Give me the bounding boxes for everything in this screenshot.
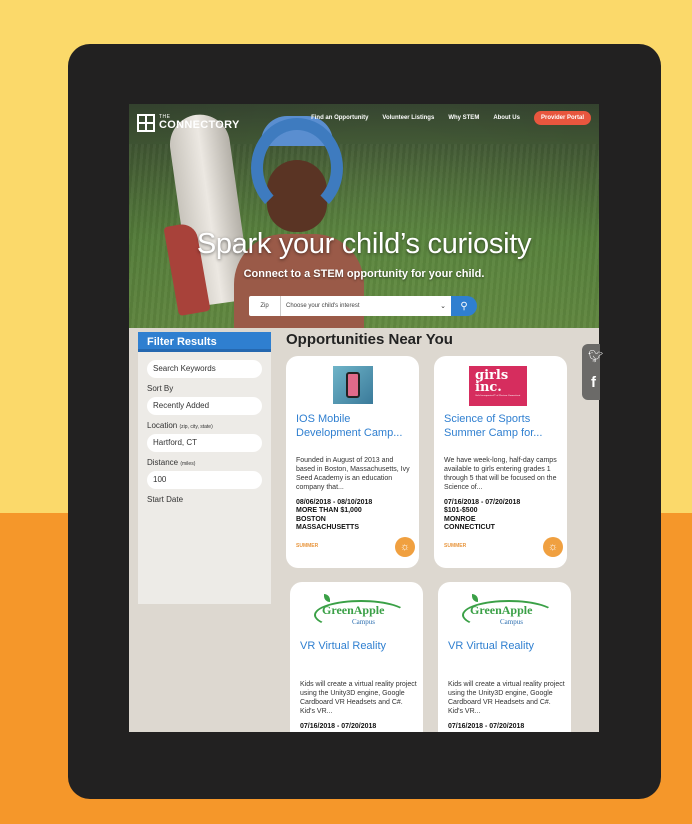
interest-placeholder: Choose your child's interest <box>286 303 360 309</box>
start-date-label: Start Date <box>147 495 184 504</box>
logo-connectory: CONNECTORY <box>159 119 240 131</box>
card-dates: 07/16/2018 - 07/20/2018 <box>448 723 525 730</box>
nav-why-stem[interactable]: Why STEM <box>448 115 479 121</box>
nav-find-opportunity[interactable]: Find an Opportunity <box>311 115 368 121</box>
card-title[interactable]: VR Virtual Reality <box>300 640 386 654</box>
filter-heading: Filter Results <box>138 332 271 352</box>
card-meta: 07/16/2018 - 07/20/2018 $101-$500 MONROE… <box>444 499 564 533</box>
card-title[interactable]: VR Virtual Reality <box>448 640 534 654</box>
hero-title: Spark your child’s curiosity <box>196 228 532 260</box>
card-state: MASSACHUSETTS <box>296 524 360 532</box>
phone-app-image <box>333 366 373 404</box>
nav-about-us[interactable]: About Us <box>493 115 520 121</box>
card-season: SUMMER <box>296 543 319 549</box>
interest-select[interactable]: Choose your child's interest ⌄ <box>281 296 451 316</box>
hero-search-bar: Zip Choose your child's interest ⌄ ⚲ <box>249 296 477 316</box>
card-description: Kids will create a virtual reality proje… <box>300 681 417 716</box>
sort-label: Sort By <box>147 384 174 393</box>
greenapple-logo: GreenApple Campus <box>314 594 412 630</box>
social-share-tab: 🐦︎ f <box>582 344 603 400</box>
card-city: BOSTON <box>296 515 326 523</box>
card-city: MONROE <box>444 515 476 523</box>
main-nav: Find an Opportunity Volunteer Listings W… <box>311 111 591 125</box>
opportunities-heading: Opportunities Near You <box>286 331 453 348</box>
connectory-logo[interactable]: THE CONNECTORY <box>137 114 240 132</box>
location-input[interactable]: Hartford, CT <box>147 434 262 452</box>
helmet <box>251 118 343 218</box>
card-state: CONNECTICUT <box>444 524 495 532</box>
logo-grid-icon <box>137 114 155 132</box>
opportunity-card[interactable]: GreenApple Campus VR Virtual Reality Kid… <box>290 582 423 732</box>
distance-input[interactable]: 100 <box>147 471 262 489</box>
twitter-icon[interactable]: 🐦︎ <box>588 349 603 363</box>
keywords-input[interactable]: Search Keywords <box>147 360 262 378</box>
card-title[interactable]: IOS Mobile Development Camp... <box>296 413 402 441</box>
distance-hint: (miles) <box>180 461 196 467</box>
card-dates: 07/16/2018 - 07/20/2018 <box>444 499 521 506</box>
distance-label: Distance (miles) <box>147 458 196 467</box>
card-season: SUMMER <box>444 543 467 549</box>
card-dates: 07/16/2018 - 07/20/2018 <box>300 723 377 730</box>
card-dates: 08/06/2018 - 08/10/2018 <box>296 499 373 506</box>
card-description: Founded in August of 2013 and based in B… <box>296 457 410 492</box>
card-title[interactable]: Science of Sports Summer Camp for... <box>444 413 542 441</box>
opportunity-card[interactable]: girls inc. Girls Incorporated® of Wester… <box>434 356 567 568</box>
nav-volunteer-listings[interactable]: Volunteer Listings <box>382 115 434 121</box>
card-description: Kids will create a virtual reality proje… <box>448 681 565 716</box>
opportunity-card[interactable]: IOS Mobile Development Camp... Founded i… <box>286 356 419 568</box>
sun-icon: ☼ <box>543 537 563 557</box>
card-price: $101-$500 <box>444 507 478 515</box>
search-button[interactable]: ⚲ <box>451 296 477 316</box>
location-label: Location (zip, city, state) <box>147 421 213 430</box>
hero-subtitle: Connect to a STEM opportunity for your c… <box>243 268 485 280</box>
hero-banner: THE CONNECTORY Find an Opportunity Volun… <box>129 104 599 328</box>
provider-portal-button[interactable]: Provider Portal <box>533 111 591 125</box>
opportunity-card[interactable]: GreenApple Campus VR Virtual Reality Kid… <box>438 582 571 732</box>
filter-panel: Filter Results Search Keywords Sort By R… <box>138 332 271 604</box>
chevron-down-icon: ⌄ <box>440 303 446 310</box>
card-meta: 08/06/2018 - 08/10/2018 MORE THAN $1,000… <box>296 499 416 533</box>
site-screen: THE CONNECTORY Find an Opportunity Volun… <box>129 104 599 732</box>
zip-input[interactable]: Zip <box>249 296 281 316</box>
card-price: MORE THAN $1,000 <box>296 507 362 515</box>
search-icon: ⚲ <box>460 300 468 312</box>
sort-select[interactable]: Recently Added <box>147 397 262 415</box>
facebook-icon[interactable]: f <box>591 374 596 391</box>
card-description: We have week-long, half-day camps availa… <box>444 457 557 492</box>
greenapple-logo: GreenApple Campus <box>462 594 560 630</box>
location-hint: (zip, city, state) <box>179 424 213 430</box>
girls-inc-logo: girls inc. Girls Incorporated® of Wester… <box>469 366 527 406</box>
sun-icon: ☼ <box>395 537 415 557</box>
